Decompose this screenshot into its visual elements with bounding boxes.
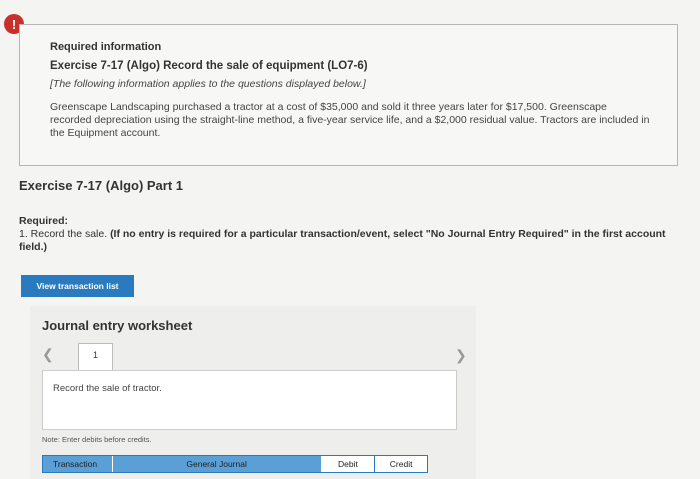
required-item-text: 1. Record the sale. (If no entry is requ…: [19, 228, 679, 254]
worksheet-title: Journal entry worksheet: [42, 318, 193, 333]
debits-credits-note: Note: Enter debits before credits.: [42, 435, 152, 444]
required-label: Required:: [19, 215, 69, 227]
required-info-heading: Required information: [50, 41, 162, 53]
exercise-description: Greenscape Landscaping purchased a tract…: [50, 101, 650, 139]
column-debit: Debit: [321, 456, 376, 472]
journal-table-header: Transaction General Journal Debit Credit: [42, 455, 428, 473]
exercise-title: Exercise 7-17 (Algo) Record the sale of …: [50, 60, 368, 72]
info-note: [The following information applies to th…: [50, 78, 366, 90]
journal-entry-worksheet: Journal entry worksheet ❮ 1 Record the s…: [30, 306, 476, 479]
chevron-left-icon[interactable]: ❮: [42, 346, 54, 363]
column-credit: Credit: [375, 456, 427, 472]
view-transaction-list-button[interactable]: View transaction list: [21, 275, 134, 297]
tab-entry-1[interactable]: 1: [78, 343, 113, 371]
worksheet-prompt: Record the sale of tractor.: [53, 383, 162, 394]
chevron-right-icon[interactable]: ❯: [455, 347, 467, 364]
part-title: Exercise 7-17 (Algo) Part 1: [19, 178, 184, 193]
worksheet-prompt-box: Record the sale of tractor.: [42, 370, 457, 430]
required-instruction: (If no entry is required for a particula…: [19, 228, 666, 253]
column-transaction: Transaction: [43, 456, 113, 472]
column-general-journal: General Journal: [112, 456, 322, 472]
required-item: 1. Record the sale.: [19, 228, 108, 240]
required-information-box: Required information Exercise 7-17 (Algo…: [19, 24, 678, 166]
required-instructions: Required: 1. Record the sale. (If no ent…: [19, 215, 679, 254]
